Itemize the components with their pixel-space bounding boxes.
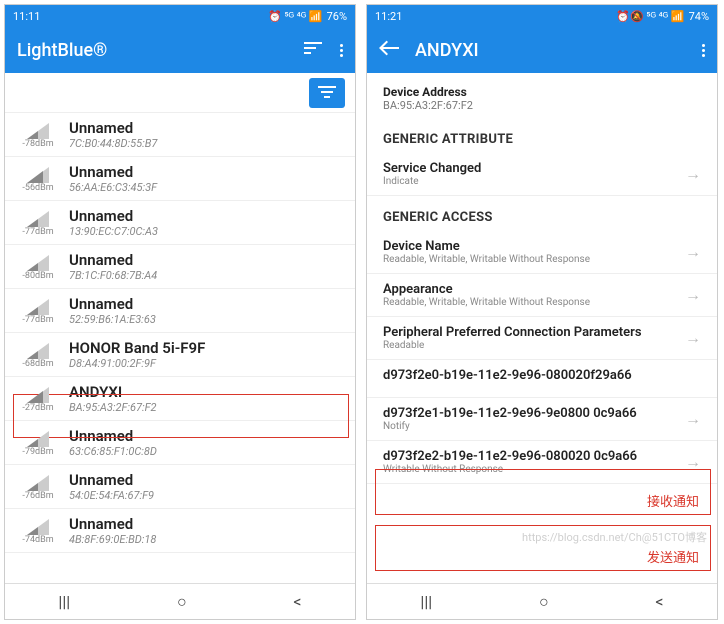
device-row[interactable]: -68dBmHONOR Band 5i-F9FD8:A4:91:00:2F:9F [5,333,355,377]
device-title: ANDYXI [415,40,479,61]
time-label: 11:21 [375,10,402,23]
chevron-right-icon: → [685,452,701,472]
signal-indicator: -77dBm [17,209,59,237]
app-title: LightBlue® [17,40,107,61]
address-label: Device Address [383,85,701,99]
char-uuid-write[interactable]: d973f2e2-b19e-11e2-9e96-080020 0c9a66Wri… [367,441,717,484]
signal-indicator: -76dBm [17,473,59,501]
device-list: -78dBmUnnamed7C:B0:44:8D:55:B7-56dBmUnna… [5,113,355,583]
detail-list: Device Address BA:95:A3:2F:67:F2 GENERIC… [367,73,717,583]
nav-bar: ||| ○ < [367,583,717,619]
device-row[interactable]: -27dBmANDYXIBA:95:A3:2F:67:F2 [5,377,355,421]
chevron-right-icon: → [685,285,701,305]
signal-indicator: -77dBm [17,297,59,325]
status-icons: ⏰ ⁵ᴳ ⁴ᴳ 📶 76% [268,10,347,23]
section-generic-attribute: GENERIC ATTRIBUTE [367,118,717,153]
device-row[interactable]: -78dBmUnnamed7C:B0:44:8D:55:B7 [5,113,355,157]
status-bar: 11:21 ⏰🔕 ⁵ᴳ ⁴ᴳ 📶 74% [367,5,717,27]
device-row[interactable]: -80dBmUnnamed7B:1C:F0:68:7B:A4 [5,245,355,289]
device-row[interactable]: -79dBmUnnamed63:C6:85:F1:0C:8D [5,421,355,465]
nav-back-icon[interactable]: < [655,592,663,611]
address-value: BA:95:A3:2F:67:F2 [383,99,701,112]
signal-indicator: -68dBm [17,341,59,369]
filter-row [5,73,355,113]
nav-recent-icon[interactable]: ||| [420,592,432,611]
time-label: 11:11 [13,10,40,23]
filter-button[interactable] [309,78,345,108]
char-ppcp[interactable]: Peripheral Preferred Connection Paramete… [367,317,717,360]
sort-icon[interactable] [304,41,322,60]
annotation-write: 发送通知 [647,547,699,566]
device-address-block: Device Address BA:95:A3:2F:67:F2 [367,73,717,118]
signal-indicator: -80dBm [17,253,59,281]
nav-home-icon[interactable]: ○ [539,592,549,612]
phone-right: 11:21 ⏰🔕 ⁵ᴳ ⁴ᴳ 📶 74% ANDYXI Device Addre… [366,4,718,620]
device-row[interactable]: -56dBmUnnamed56:AA:E6:C3:45:3F [5,157,355,201]
nav-back-icon[interactable]: < [293,592,301,611]
signal-indicator: -78dBm [17,121,59,149]
status-bar: 11:11 ⏰ ⁵ᴳ ⁴ᴳ 📶 76% [5,5,355,27]
kebab-icon[interactable] [340,44,343,57]
nav-bar: ||| ○ < [5,583,355,619]
back-arrow-icon[interactable] [379,40,399,60]
chevron-right-icon: → [685,164,701,184]
watermark: https://blog.csdn.net/Ch@51CTO博客 [522,529,707,545]
nav-recent-icon[interactable]: ||| [58,592,70,611]
char-appearance[interactable]: AppearanceReadable, Writable, Writable W… [367,274,717,317]
device-row[interactable]: -77dBmUnnamed52:59:B6:1A:E3:63 [5,289,355,333]
annotation-notify: 接收通知 [647,491,699,510]
signal-indicator: -79dBm [17,429,59,457]
phone-left: 11:11 ⏰ ⁵ᴳ ⁴ᴳ 📶 76% LightBlue® -78dBmUnn… [4,4,356,620]
device-row[interactable]: -77dBmUnnamed13:90:EC:C7:0C:A3 [5,201,355,245]
signal-indicator: -27dBm [17,385,59,413]
chevron-right-icon: → [685,409,701,429]
char-uuid-0[interactable]: d973f2e0-b19e-11e2-9e96-080020f29a66 [367,360,717,398]
section-generic-access: GENERIC ACCESS [367,196,717,231]
app-bar: ANDYXI [367,27,717,73]
device-row[interactable]: -76dBmUnnamed54:0E:54:FA:67:F9 [5,465,355,509]
char-service-changed[interactable]: Service ChangedIndicate → [367,153,717,196]
chevron-right-icon: → [685,242,701,262]
chevron-right-icon: → [685,328,701,348]
signal-indicator: -56dBm [17,165,59,193]
char-uuid-notify[interactable]: d973f2e1-b19e-11e2-9e96-9e0800 0c9a66Not… [367,398,717,441]
app-bar: LightBlue® [5,27,355,73]
char-device-name[interactable]: Device NameReadable, Writable, Writable … [367,231,717,274]
kebab-icon[interactable] [702,44,705,57]
status-icons: ⏰🔕 ⁵ᴳ ⁴ᴳ 📶 74% [616,10,709,23]
device-row[interactable]: -74dBmUnnamed4B:8F:69:0E:BD:18 [5,509,355,553]
nav-home-icon[interactable]: ○ [177,592,187,612]
signal-indicator: -74dBm [17,517,59,545]
